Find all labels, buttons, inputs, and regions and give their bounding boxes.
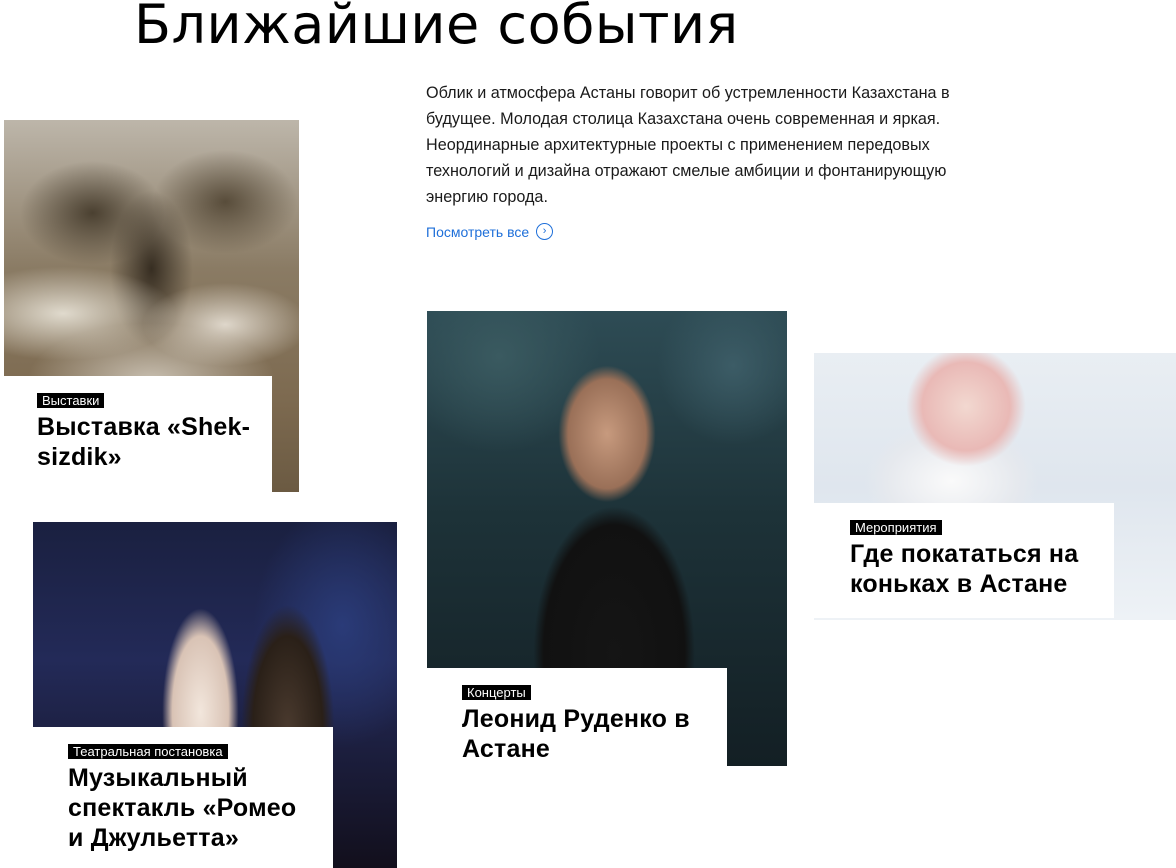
event-tag: Мероприятия [850, 520, 942, 535]
event-tag: Выставки [37, 393, 105, 408]
event-title: Музыкальный спектакль «Ромео и Джульетта… [68, 764, 297, 852]
event-card-exhibition[interactable]: Выставки Выставка «Shek-sizdik» [4, 120, 299, 492]
event-title: Выставка «Shek-sizdik» [37, 413, 251, 471]
event-tag: Концерты [462, 685, 531, 700]
event-caption-exhibition: Выставки Выставка «Shek-sizdik» [4, 376, 272, 492]
page-title: Ближайшие события [134, 0, 739, 56]
intro-text: Облик и атмосфера Астаны говорит об устр… [426, 84, 950, 206]
event-title: Леонид Руденко в Астане [462, 705, 690, 763]
view-all-link[interactable]: Посмотреть все › [426, 223, 554, 240]
event-card-concert[interactable]: Концерты Леонид Руденко в Астане [427, 311, 787, 766]
event-card-theatre[interactable]: Театральная постановка Музыкальный спект… [33, 522, 397, 868]
chevron-right-circle-icon: › [536, 223, 554, 240]
event-card-skating[interactable]: Мероприятия Где покататься на коньках в … [814, 353, 1176, 620]
event-tag: Театральная постановка [68, 744, 228, 759]
event-caption-skating: Мероприятия Где покататься на коньках в … [814, 503, 1114, 618]
event-title: Где покататься на коньках в Астане [850, 540, 1079, 598]
event-caption-theatre: Театральная постановка Музыкальный спект… [33, 727, 333, 868]
event-caption-concert: Концерты Леонид Руденко в Астане [427, 668, 727, 766]
view-all-label: Посмотреть все [426, 223, 530, 240]
